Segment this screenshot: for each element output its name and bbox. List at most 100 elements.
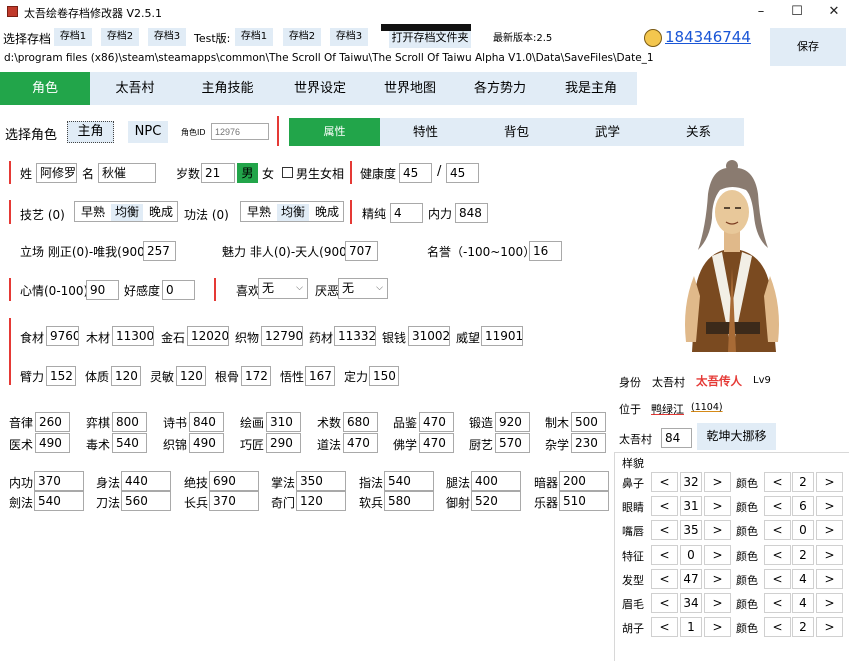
color-value[interactable]: 2 — [792, 617, 814, 637]
health-max-input[interactable]: 45 — [446, 163, 479, 183]
teleport-button[interactable]: 乾坤大挪移 — [697, 423, 776, 450]
close-button[interactable]: ✕ — [814, 0, 849, 26]
decrement-button[interactable]: < — [651, 545, 678, 565]
increment-button[interactable]: > — [704, 472, 731, 492]
female-radio[interactable]: 女 — [262, 165, 274, 182]
combat-skill-input[interactable]: 560 — [121, 491, 171, 511]
location-link[interactable]: 鸭绿江 — [651, 401, 684, 417]
subtab-martial-arts[interactable]: 武学 — [562, 118, 653, 146]
increment-button[interactable]: > — [704, 496, 731, 516]
resource-input[interactable]: 12020 — [187, 326, 229, 346]
stance-input[interactable]: 257 — [143, 241, 176, 261]
npc-button[interactable]: NPC — [128, 121, 168, 143]
combat-skill-input[interactable]: 520 — [471, 491, 521, 511]
decrement-button[interactable]: < — [651, 569, 678, 589]
decrement-button[interactable]: < — [651, 472, 678, 492]
combat-skill-input[interactable]: 350 — [296, 471, 346, 491]
life-skill-input[interactable]: 290 — [266, 433, 301, 453]
life-skill-input[interactable]: 310 — [266, 412, 301, 432]
appearance-value[interactable]: 47 — [680, 569, 702, 589]
life-skill-input[interactable]: 500 — [571, 412, 606, 432]
color-value[interactable]: 6 — [792, 496, 814, 516]
art-growth-balanced[interactable]: 均衡 — [111, 204, 143, 221]
tab-world-settings[interactable]: 世界设定 — [275, 72, 365, 105]
combat-skill-input[interactable]: 540 — [384, 471, 434, 491]
kungfu-growth-late[interactable]: 晚成 — [311, 204, 343, 221]
combat-skill-input[interactable]: 580 — [384, 491, 434, 511]
life-skill-input[interactable]: 570 — [495, 433, 530, 453]
color-decrement-button[interactable]: < — [764, 569, 791, 589]
color-increment-button[interactable]: > — [816, 545, 843, 565]
life-skill-input[interactable]: 840 — [189, 412, 224, 432]
increment-button[interactable]: > — [704, 593, 731, 613]
attribute-input[interactable]: 120 — [111, 366, 141, 386]
resource-input[interactable]: 31002 — [408, 326, 450, 346]
kungfu-growth-early[interactable]: 早熟 — [243, 204, 275, 221]
color-value[interactable]: 4 — [792, 569, 814, 589]
increment-button[interactable]: > — [704, 617, 731, 637]
save-slot-2-button[interactable]: 存档2 — [101, 28, 139, 46]
surname-input[interactable]: 阿修罗 — [36, 163, 77, 183]
maximize-button[interactable]: ☐ — [777, 0, 817, 26]
combat-skill-input[interactable]: 200 — [559, 471, 609, 491]
tab-i-am-protagonist[interactable]: 我是主角 — [545, 72, 637, 105]
mood-input[interactable]: 90 — [86, 280, 119, 300]
art-growth-late[interactable]: 晚成 — [145, 204, 177, 221]
decrement-button[interactable]: < — [651, 617, 678, 637]
attribute-input[interactable]: 167 — [305, 366, 335, 386]
color-increment-button[interactable]: > — [816, 496, 843, 516]
color-value[interactable]: 4 — [792, 593, 814, 613]
health-input[interactable]: 45 — [399, 163, 432, 183]
test-slot-3-button[interactable]: 存档3 — [330, 28, 368, 46]
tab-character[interactable]: 角色 — [0, 72, 90, 105]
charm-input[interactable]: 707 — [345, 241, 378, 261]
kungfu-growth-balanced[interactable]: 均衡 — [277, 204, 309, 221]
test-slot-1-button[interactable]: 存档1 — [235, 28, 273, 46]
color-decrement-button[interactable]: < — [764, 593, 791, 613]
color-value[interactable]: 0 — [792, 520, 814, 540]
life-skill-input[interactable]: 470 — [419, 433, 454, 453]
attribute-input[interactable]: 120 — [176, 366, 206, 386]
combat-skill-input[interactable]: 400 — [471, 471, 521, 491]
color-decrement-button[interactable]: < — [764, 545, 791, 565]
attribute-input[interactable]: 150 — [369, 366, 399, 386]
life-skill-input[interactable]: 260 — [35, 412, 70, 432]
life-skill-input[interactable]: 490 — [189, 433, 224, 453]
save-button[interactable]: 保存 — [770, 28, 846, 66]
save-slot-1-button[interactable]: 存档1 — [54, 28, 92, 46]
favor-input[interactable]: 0 — [162, 280, 195, 300]
color-increment-button[interactable]: > — [816, 617, 843, 637]
combat-skill-input[interactable]: 120 — [296, 491, 346, 511]
age-input[interactable]: 21 — [201, 163, 235, 183]
color-increment-button[interactable]: > — [816, 520, 843, 540]
tab-protagonist-skills[interactable]: 主角技能 — [180, 72, 275, 105]
subtab-attributes[interactable]: 属性 — [289, 118, 380, 146]
combat-skill-input[interactable]: 370 — [209, 491, 259, 511]
subtab-traits[interactable]: 特性 — [380, 118, 471, 146]
life-skill-input[interactable]: 470 — [343, 433, 378, 453]
increment-button[interactable]: > — [704, 520, 731, 540]
essence-input[interactable]: 4 — [390, 203, 423, 223]
art-growth-early[interactable]: 早熟 — [77, 204, 109, 221]
combat-skill-input[interactable]: 440 — [121, 471, 171, 491]
male-radio[interactable]: 男 — [237, 163, 258, 183]
tab-world-map[interactable]: 世界地图 — [365, 72, 455, 105]
resource-input[interactable]: 11332 — [334, 326, 376, 346]
life-skill-input[interactable]: 920 — [495, 412, 530, 432]
fame-input[interactable]: 16 — [529, 241, 562, 261]
appearance-value[interactable]: 31 — [680, 496, 702, 516]
minimize-button[interactable]: – — [741, 0, 781, 26]
color-decrement-button[interactable]: < — [764, 496, 791, 516]
attribute-input[interactable]: 172 — [241, 366, 271, 386]
decrement-button[interactable]: < — [651, 520, 678, 540]
test-slot-2-button[interactable]: 存档2 — [283, 28, 321, 46]
color-decrement-button[interactable]: < — [764, 472, 791, 492]
appearance-value[interactable]: 34 — [680, 593, 702, 613]
appearance-value[interactable]: 1 — [680, 617, 702, 637]
decrement-button[interactable]: < — [651, 496, 678, 516]
village-input[interactable]: 84 — [661, 428, 692, 448]
life-skill-input[interactable]: 800 — [112, 412, 147, 432]
role-id-input[interactable] — [211, 123, 269, 140]
tab-taiwu-village[interactable]: 太吾村 — [90, 72, 180, 105]
resource-input[interactable]: 12790 — [261, 326, 303, 346]
